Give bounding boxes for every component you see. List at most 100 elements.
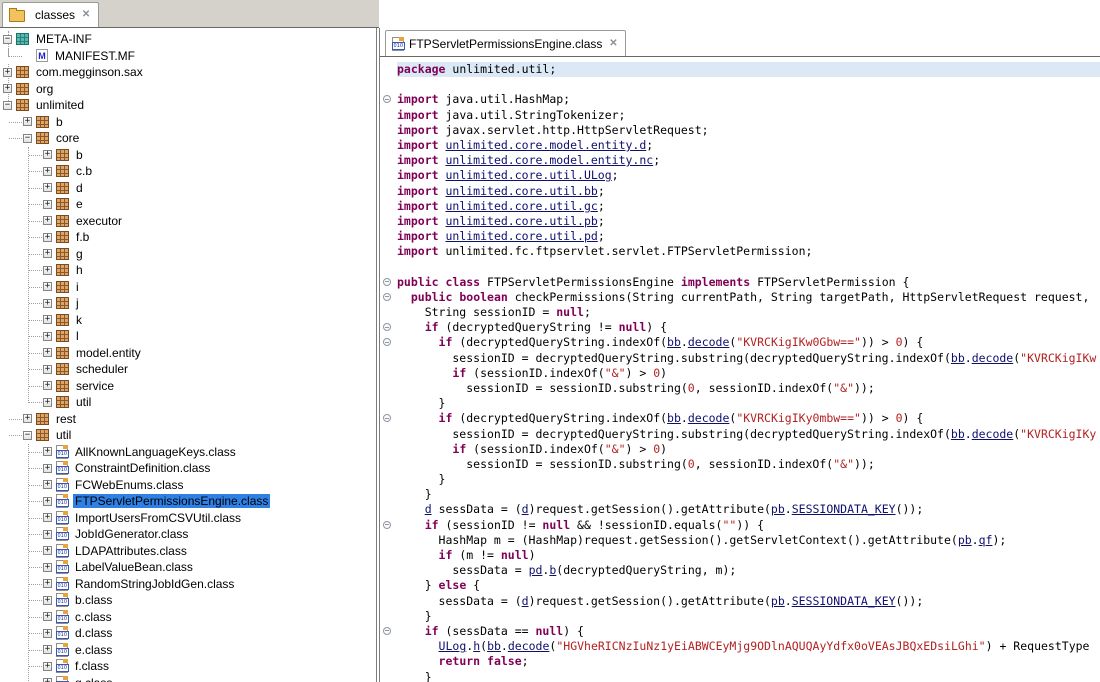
tree-item-f.class[interactable]: +f.class — [43, 658, 376, 675]
expand-expander-icon[interactable]: + — [23, 414, 32, 423]
tree-item-k[interactable]: +k — [43, 312, 376, 329]
tree-item-g[interactable]: +g — [43, 246, 376, 263]
tree-item-c.class[interactable]: +c.class — [43, 609, 376, 626]
tree-item-util[interactable]: +util — [43, 394, 376, 411]
tree-item-g.class[interactable]: +g.class — [43, 675, 376, 682]
code-editor[interactable]: package unlimited.util;import java.util.… — [380, 57, 1100, 682]
collapse-expander-icon[interactable]: − — [3, 101, 12, 110]
tree-item-MANIFEST.MF[interactable]: MANIFEST.MF — [23, 48, 376, 65]
expand-expander-icon[interactable]: + — [43, 596, 52, 605]
tree-item-h[interactable]: +h — [43, 262, 376, 279]
expand-expander-icon[interactable]: + — [43, 662, 52, 671]
package-icon — [56, 281, 69, 293]
expand-expander-icon[interactable]: + — [43, 365, 52, 374]
tree-item-b[interactable]: +b — [23, 114, 376, 131]
tree-item-b[interactable]: +b — [43, 147, 376, 164]
expand-expander-icon[interactable]: + — [43, 348, 52, 357]
collapse-minus-icon[interactable] — [380, 290, 397, 305]
expand-expander-icon[interactable]: + — [43, 167, 52, 176]
tree-item-JobIdGenerator.class[interactable]: +JobIdGenerator.class — [43, 526, 376, 543]
gutter — [380, 199, 397, 214]
package-icon — [56, 248, 69, 260]
expand-expander-icon[interactable]: + — [43, 315, 52, 324]
expand-expander-icon[interactable]: + — [43, 233, 52, 242]
expand-expander-icon[interactable]: + — [43, 480, 52, 489]
collapse-minus-icon[interactable] — [380, 92, 397, 107]
tree-item-FCWebEnums.class[interactable]: +FCWebEnums.class — [43, 477, 376, 494]
jar-tabbar-strip: classes — [0, 0, 379, 28]
tree-item-executor[interactable]: +executor — [43, 213, 376, 230]
collapse-minus-icon[interactable] — [380, 624, 397, 639]
tree-item-j[interactable]: +j — [43, 295, 376, 312]
tree-item-FTPServletPermissionsEngine.class[interactable]: +FTPServletPermissionsEngine.class — [43, 493, 376, 510]
expand-expander-icon[interactable]: + — [3, 84, 12, 93]
tree-item-core[interactable]: −core — [23, 130, 376, 147]
tree-item-d.class[interactable]: +d.class — [43, 625, 376, 642]
collapse-minus-icon[interactable] — [380, 320, 397, 335]
tree-item-LabelValueBean.class[interactable]: +LabelValueBean.class — [43, 559, 376, 576]
tree-item-RandomStringJobIdGen.class[interactable]: +RandomStringJobIdGen.class — [43, 576, 376, 593]
expand-expander-icon[interactable]: + — [43, 398, 52, 407]
expand-expander-icon[interactable]: + — [43, 299, 52, 308]
tree-item-scheduler[interactable]: +scheduler — [43, 361, 376, 378]
expand-expander-icon[interactable]: + — [43, 447, 52, 456]
collapse-minus-icon[interactable] — [380, 411, 397, 426]
expand-expander-icon[interactable]: + — [43, 150, 52, 159]
package-tree-panel[interactable]: −META-INFMANIFEST.MF+com.megginson.sax+o… — [0, 28, 377, 682]
tree-item-unlimited[interactable]: −unlimited — [3, 97, 376, 114]
tree-item-org[interactable]: +org — [3, 81, 376, 98]
tree-item-e[interactable]: +e — [43, 196, 376, 213]
tree-item-ImportUsersFromCSVUtil.class[interactable]: +ImportUsersFromCSVUtil.class — [43, 510, 376, 527]
collapse-expander-icon[interactable]: − — [23, 134, 32, 143]
tree-item-label: rest — [54, 412, 78, 426]
tree-item-f.b[interactable]: +f.b — [43, 229, 376, 246]
expand-expander-icon[interactable]: + — [43, 332, 52, 341]
expand-expander-icon[interactable]: + — [43, 464, 52, 473]
tree-item-d[interactable]: +d — [43, 180, 376, 197]
tree-item-l[interactable]: +l — [43, 328, 376, 345]
expand-expander-icon[interactable]: + — [43, 530, 52, 539]
tab-class-file[interactable]: FTPServletPermissionsEngine.class — [385, 30, 626, 56]
tree-item-LDAPAttributes.class[interactable]: +LDAPAttributes.class — [43, 543, 376, 560]
collapse-minus-icon[interactable] — [380, 335, 397, 350]
expand-expander-icon[interactable]: + — [3, 68, 12, 77]
expand-expander-icon[interactable]: + — [43, 282, 52, 291]
expand-expander-icon[interactable]: + — [43, 266, 52, 275]
expand-expander-icon[interactable]: + — [43, 546, 52, 555]
collapse-expander-icon[interactable]: − — [23, 431, 32, 440]
expand-expander-icon[interactable]: + — [43, 513, 52, 522]
tree-item-model.entity[interactable]: +model.entity — [43, 345, 376, 362]
tree-item-i[interactable]: +i — [43, 279, 376, 296]
close-icon[interactable] — [80, 9, 92, 21]
expand-expander-icon[interactable]: + — [43, 497, 52, 506]
tree-item-b.class[interactable]: +b.class — [43, 592, 376, 609]
code-text: import unlimited.core.model.entity.d; — [397, 138, 1100, 153]
collapse-minus-icon[interactable] — [380, 275, 397, 290]
tree-item-e.class[interactable]: +e.class — [43, 642, 376, 659]
expand-expander-icon[interactable]: + — [43, 249, 52, 258]
expand-expander-icon[interactable]: + — [43, 678, 52, 682]
collapse-minus-icon[interactable] — [380, 518, 397, 533]
tree-item-rest[interactable]: + rest — [23, 411, 376, 428]
class-file-icon — [56, 461, 68, 475]
close-icon[interactable] — [607, 38, 619, 50]
tree-item-service[interactable]: +service — [43, 378, 376, 395]
tree-item-c.b[interactable]: +c.b — [43, 163, 376, 180]
tree-item-util[interactable]: −util — [23, 427, 376, 444]
expand-expander-icon[interactable]: + — [43, 200, 52, 209]
tree-item-com.megginson.sax[interactable]: +com.megginson.sax — [3, 64, 376, 81]
expand-expander-icon[interactable]: + — [43, 579, 52, 588]
tab-classes[interactable]: classes — [2, 2, 99, 27]
collapse-expander-icon[interactable]: − — [3, 35, 12, 44]
expand-expander-icon[interactable]: + — [43, 183, 52, 192]
expand-expander-icon[interactable]: + — [23, 117, 32, 126]
expand-expander-icon[interactable]: + — [43, 645, 52, 654]
tree-item-ConstraintDefinition.class[interactable]: +ConstraintDefinition.class — [43, 460, 376, 477]
expand-expander-icon[interactable]: + — [43, 629, 52, 638]
expand-expander-icon[interactable]: + — [43, 563, 52, 572]
expand-expander-icon[interactable]: + — [43, 216, 52, 225]
expand-expander-icon[interactable]: + — [43, 612, 52, 621]
expand-expander-icon[interactable]: + — [43, 381, 52, 390]
tree-item-AllKnownLanguageKeys.class[interactable]: +AllKnownLanguageKeys.class — [43, 444, 376, 461]
tree-item-META-INF[interactable]: −META-INF — [3, 31, 376, 48]
